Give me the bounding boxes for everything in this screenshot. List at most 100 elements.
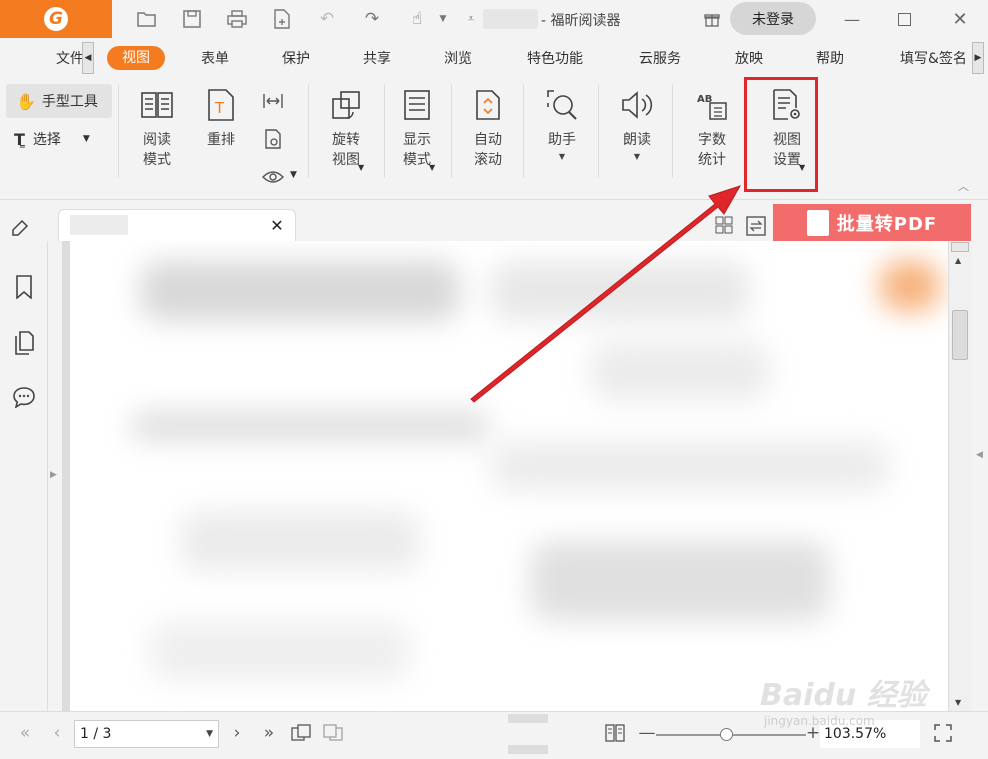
word-count-button[interactable]: AB 字数 统计 [692, 88, 732, 170]
redo-icon[interactable]: ↷ [361, 8, 383, 30]
auto-scroll-button[interactable]: 自动 滚动 [469, 88, 507, 170]
chevron-down-icon[interactable]: ▼ [206, 721, 213, 747]
hand-dropdown-icon[interactable]: ▼ [432, 8, 454, 30]
menu-scroll-left-icon[interactable]: ◀ [82, 42, 94, 74]
auto-scroll-icon [471, 88, 505, 122]
page-number-input[interactable]: 1 / 3 ▼ [74, 720, 219, 748]
page-mode-toggle[interactable] [508, 714, 548, 754]
comments-icon[interactable] [12, 384, 36, 410]
next-page-icon[interactable]: › [226, 722, 248, 744]
left-sidebar [0, 241, 48, 711]
print-icon[interactable] [226, 8, 248, 30]
select-tool-button[interactable]: T̳ 选择 ▼ [14, 126, 90, 152]
menu-special[interactable]: 特色功能 [527, 48, 583, 70]
new-file-icon[interactable] [271, 8, 293, 30]
previous-view-icon[interactable] [290, 722, 312, 744]
gift-icon[interactable] [702, 9, 722, 29]
save-icon[interactable] [181, 8, 203, 30]
app-title: - 福昕阅读器 [541, 13, 621, 29]
page-number-value: 1 / 3 [80, 726, 112, 742]
two-page-view-icon[interactable] [604, 722, 626, 744]
menu-form[interactable]: 表单 [201, 48, 229, 70]
menu-file[interactable]: 文件 [56, 48, 84, 70]
rotate-icon [329, 88, 363, 122]
hand-quick-icon[interactable]: ☝ [406, 8, 428, 30]
convert-icon[interactable] [746, 216, 766, 236]
scroll-down-icon[interactable]: ▼ [955, 698, 961, 707]
display-mode-label: 显示 模式 [403, 132, 431, 168]
word-count-icon: AB [695, 88, 729, 122]
minimize-icon[interactable]: — [830, 4, 874, 34]
assistant-button[interactable]: 助手 ▼ [543, 88, 581, 164]
display-mode-button[interactable]: 显示 模式 [397, 88, 437, 170]
collapse-ribbon-icon[interactable]: ︿ [958, 178, 969, 194]
document-name-blurred [483, 9, 538, 29]
select-tool-label: 选择 [32, 132, 61, 148]
right-panel-toggle-icon[interactable]: ◀ [976, 450, 983, 460]
close-tab-icon[interactable]: ✕ [268, 215, 286, 235]
read-aloud-button[interactable]: 朗读 ▼ [618, 88, 656, 164]
rotate-view-label: 旋转 视图 [332, 132, 360, 168]
sidebar-expand-icon[interactable]: ▶ [50, 470, 57, 480]
menu-share[interactable]: 共享 [363, 48, 391, 70]
auto-scroll-label: 自动 滚动 [474, 132, 502, 168]
read-mode-button[interactable]: 阅读 模式 [138, 88, 176, 170]
word-count-label: 字数 统计 [698, 132, 726, 168]
hand-tool-button[interactable]: ✋ 手型工具 [6, 84, 112, 118]
ribbon-separator [308, 84, 309, 178]
hand-tool-label: 手型工具 [41, 94, 98, 110]
chevron-down-icon: ▼ [429, 163, 436, 172]
book-icon [140, 88, 174, 122]
document-icon [806, 209, 829, 236]
menu-fill-sign[interactable]: 填写&签名 [900, 48, 967, 70]
ribbon-separator [523, 84, 524, 178]
document-view[interactable] [62, 241, 948, 711]
login-button[interactable]: 未登录 [730, 2, 816, 35]
pages-icon[interactable] [12, 330, 36, 356]
first-page-icon[interactable]: « [14, 722, 36, 744]
assistant-label: 助手 [548, 132, 576, 148]
app-logo[interactable]: G [0, 0, 112, 38]
eye-icon[interactable] [262, 166, 284, 188]
previous-page-icon[interactable]: ‹ [46, 722, 68, 744]
menu-view[interactable]: 视图 [107, 46, 165, 70]
menu-browse[interactable]: 浏览 [444, 48, 472, 70]
baidu-watermark-url: jingyan.baidu.com [764, 714, 875, 728]
maximize-icon[interactable] [882, 4, 926, 34]
customize-toolbar-icon[interactable]: ⩡ [460, 8, 482, 30]
batch-to-pdf-banner[interactable]: 批量转PDF [773, 204, 971, 241]
read-aloud-label: 朗读 [623, 132, 651, 148]
zoom-slider-thumb[interactable] [720, 728, 733, 741]
document-tab-title-blurred [70, 215, 128, 235]
reflow-button[interactable]: T 重排 [202, 88, 240, 150]
ribbon-separator [384, 84, 385, 178]
speaker-icon [620, 88, 654, 122]
scrollbar-thumb[interactable] [952, 310, 968, 360]
chevron-down-icon[interactable]: ▼ [290, 170, 297, 180]
close-icon[interactable]: ✕ [938, 4, 982, 34]
rotate-view-button[interactable]: 旋转 视图 [324, 88, 368, 170]
last-page-icon[interactable]: » [258, 722, 280, 744]
menu-scroll-right-icon[interactable]: ▶ [972, 42, 984, 74]
text-select-icon: T̳ [14, 129, 25, 149]
fit-page-icon[interactable] [262, 128, 284, 150]
open-folder-icon[interactable] [136, 8, 158, 30]
zoom-out-icon[interactable]: — [636, 722, 658, 744]
undo-icon[interactable]: ↶ [316, 8, 338, 30]
menu-protect[interactable]: 保护 [282, 48, 310, 70]
fullscreen-icon[interactable] [932, 722, 954, 744]
reflow-icon: T [204, 88, 238, 122]
menu-cloud[interactable]: 云服务 [639, 48, 681, 70]
hand-icon: ✋ [16, 91, 36, 111]
chevron-down-icon: ▼ [358, 163, 365, 172]
eraser-icon[interactable] [10, 216, 32, 238]
menu-help[interactable]: 帮助 [816, 48, 844, 70]
grid-view-icon[interactable] [715, 216, 735, 236]
page-display-icon [400, 88, 434, 122]
fit-width-icon[interactable] [262, 90, 284, 112]
bookmark-icon[interactable] [12, 274, 36, 300]
scrollbar-top-button[interactable] [951, 242, 969, 252]
scroll-up-icon[interactable]: ▲ [955, 256, 961, 265]
menu-slideshow[interactable]: 放映 [735, 48, 763, 70]
next-view-icon[interactable] [322, 722, 344, 744]
